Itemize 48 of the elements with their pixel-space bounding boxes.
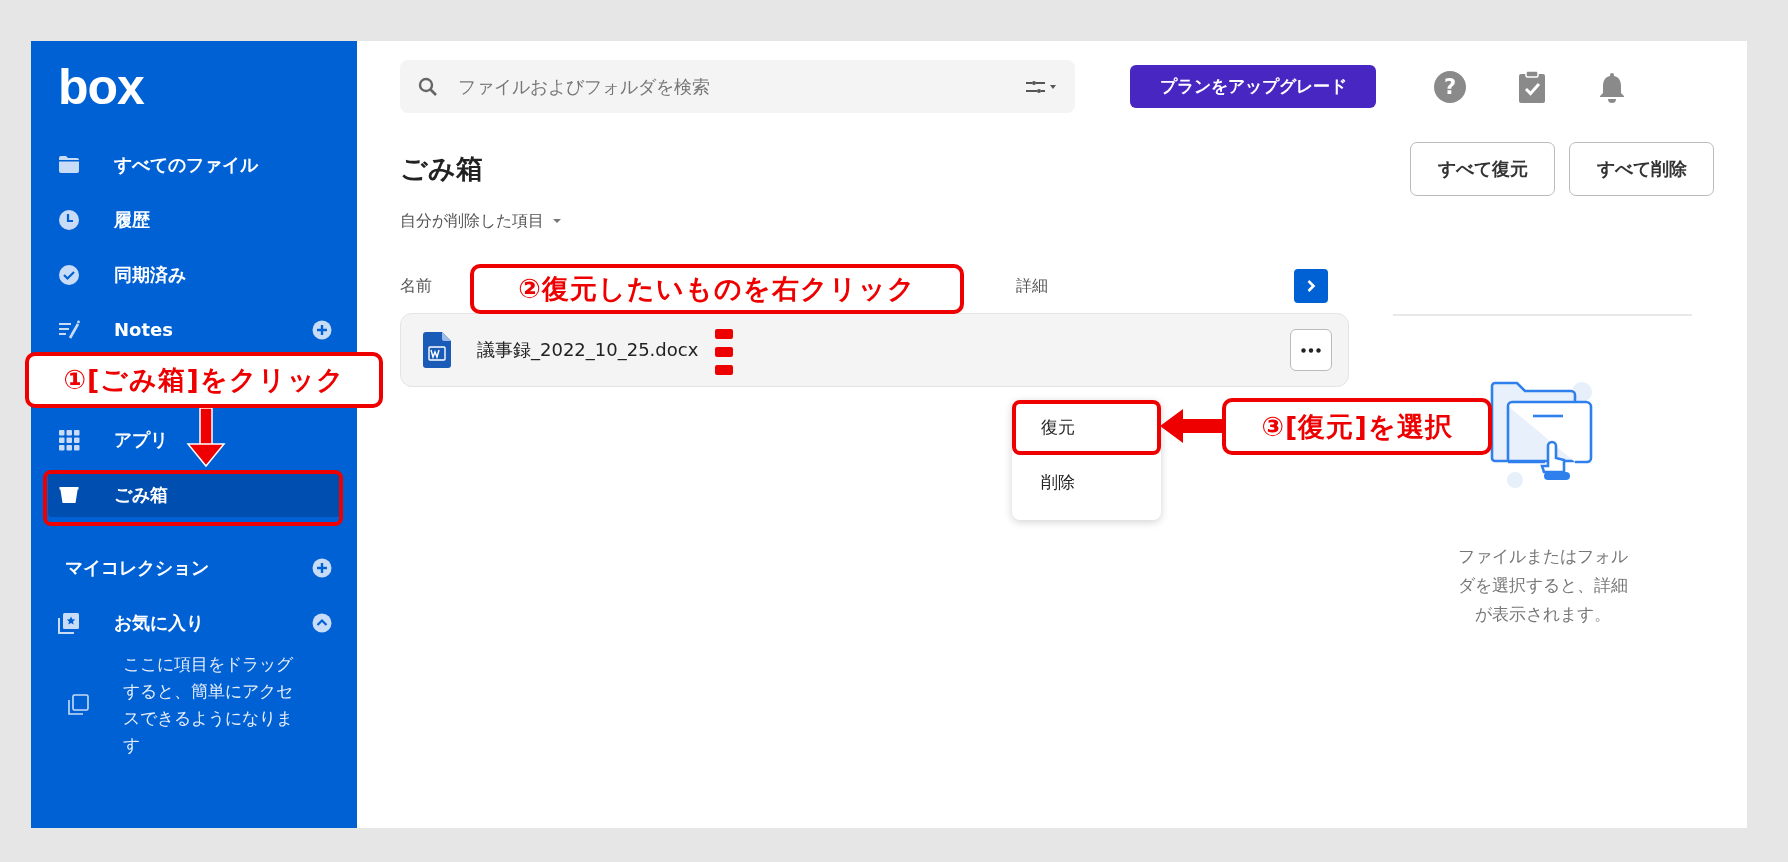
sidebar-item[interactable]: ごみ箱 (48, 472, 340, 517)
section-heading[interactable]: マイコレクション (65, 555, 209, 580)
callout: ③[復元]を選択 (1222, 398, 1492, 455)
hint-text: ここに項目をドラッグすると、簡単にアクセスできるようになります (123, 653, 294, 757)
down-arrow (186, 408, 226, 468)
sidebar-item[interactable]: Notes (48, 307, 340, 352)
sidebar-item[interactable]: 同期済み (48, 252, 340, 297)
notes-icon (58, 318, 80, 341)
caret-icon (552, 218, 562, 224)
copy-icon (67, 694, 89, 716)
box-logo[interactable]: box (58, 57, 144, 117)
bell-icon (1598, 70, 1626, 103)
sidebar-item[interactable]: すべてのファイル (48, 142, 340, 187)
action-button[interactable]: すべて削除 (1569, 142, 1714, 196)
empty-state-text: ファイルまたはフォルダを選択すると、詳細が表示されます。 (1456, 545, 1629, 626)
add-icon (312, 319, 332, 340)
column-header[interactable]: 詳細 (1016, 275, 1294, 297)
add-icon (312, 557, 332, 578)
filter-dropdown[interactable]: 自分が削除した項目 (400, 209, 562, 233)
search-input[interactable]: ファイルおよびフォルダを検索 (456, 75, 1025, 98)
menu-item[interactable]: 復元 (1012, 400, 1161, 455)
search-icon (418, 76, 438, 97)
expand-button[interactable] (1294, 269, 1328, 303)
more-button[interactable] (1290, 329, 1332, 371)
check-circle-icon (58, 263, 80, 286)
sidebar-item[interactable]: アプリ (48, 417, 340, 462)
action-button[interactable]: すべて復元 (1410, 142, 1555, 196)
left-arrow (1159, 408, 1223, 444)
upgrade-button[interactable]: プランをアップグレード (1130, 65, 1376, 108)
more-icon (1301, 347, 1321, 353)
dotted-connector (715, 329, 733, 377)
grid-icon (58, 428, 80, 451)
sidebar-item[interactable]: お気に入り (114, 610, 312, 635)
sidebar-item[interactable]: 履歴 (48, 197, 340, 242)
callout: ②復元したいものを右クリック (470, 264, 964, 314)
page-title: ごみ箱 (400, 152, 483, 186)
folder-icon (58, 153, 80, 176)
star-stack-icon (58, 611, 80, 634)
callout: ①[ごみ箱]をクリック (25, 352, 383, 408)
clipboard-check-icon (1518, 69, 1546, 104)
file-name: 議事録_2022_10_25.docx (477, 338, 700, 362)
column-header[interactable]: 名前 (400, 275, 432, 297)
file-row[interactable]: 議事録_2022_10_25.docx (400, 313, 1349, 387)
clock-icon (58, 208, 80, 231)
menu-item[interactable]: 削除 (1012, 458, 1161, 506)
filter-icon (1025, 79, 1057, 94)
word-file-icon (423, 332, 451, 368)
search-field[interactable]: ファイルおよびフォルダを検索 (400, 60, 1075, 113)
